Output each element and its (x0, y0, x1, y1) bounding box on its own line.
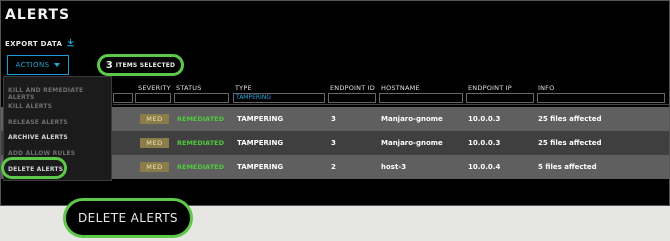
actions-dropdown-button[interactable]: ACTIONS (7, 55, 69, 75)
delete-alerts-callout: DELETE ALERTS (63, 198, 193, 238)
status-text: REMEDIATED (177, 115, 224, 123)
header-divider (113, 104, 669, 105)
info-text: 5 files affected (538, 163, 597, 171)
filter-endpoint-id[interactable] (328, 93, 376, 103)
severity-badge: MED (140, 114, 169, 124)
header-info[interactable]: INFO (538, 84, 554, 92)
menu-item-kill-and-remediate[interactable]: KILL AND REMEDIATE ALERTS (8, 87, 111, 101)
menu-item-archive-alerts[interactable]: ARCHIVE ALERTS (8, 134, 68, 141)
severity-badge: MED (140, 138, 169, 148)
filter-status[interactable] (174, 93, 229, 103)
header-severity[interactable]: SEVERITY (138, 84, 171, 92)
header-status[interactable]: STATUS (176, 84, 202, 92)
menu-item-add-allow-rules[interactable]: ADD ALLOW RULES (8, 150, 75, 157)
filter-severity[interactable] (135, 93, 171, 103)
status-text: REMEDIATED (177, 163, 224, 171)
filter-endpoint-ip[interactable] (466, 93, 534, 103)
export-data-button[interactable]: EXPORT DATA (5, 38, 75, 49)
header-hostname[interactable]: HOSTNAME (381, 84, 420, 92)
type-text: TAMPERING (237, 163, 284, 171)
selected-count: 3 (105, 59, 113, 71)
menu-item-kill-alerts[interactable]: KILL ALERTS (8, 103, 52, 110)
selected-label: ITEMS SELECTED (115, 61, 176, 69)
header-endpoint-id[interactable]: ENDPOINT ID (330, 84, 375, 92)
endpoint-id-text: 3 (331, 115, 336, 123)
menu-item-release-alerts[interactable]: RELEASE ALERTS (8, 119, 68, 126)
hostname-text: Manjaro-gnome (381, 139, 443, 147)
status-text: REMEDIATED (177, 139, 224, 147)
filter-checkbox-col[interactable] (113, 93, 133, 103)
endpoint-ip-text: 10.0.0.4 (468, 163, 501, 171)
alerts-app: ALERTS EXPORT DATA ACTIONS 3 ITEMS SELEC… (0, 0, 670, 206)
delete-alerts-highlight (1, 157, 67, 179)
header-endpoint-ip[interactable]: ENDPOINT IP (468, 84, 512, 92)
endpoint-id-text: 3 (331, 139, 336, 147)
type-text: TAMPERING (237, 139, 284, 147)
type-text: TAMPERING (237, 115, 284, 123)
actions-label: ACTIONS (15, 61, 50, 69)
severity-badge: MED (140, 162, 169, 172)
info-text: 25 files affected (538, 139, 602, 147)
endpoint-ip-text: 10.0.0.3 (468, 115, 501, 123)
download-icon (66, 38, 75, 49)
items-selected-indicator: 3 ITEMS SELECTED (97, 54, 184, 76)
export-data-label: EXPORT DATA (5, 39, 63, 48)
page-title: ALERTS (5, 7, 71, 23)
endpoint-id-text: 2 (331, 163, 336, 171)
hostname-text: Manjaro-gnome (381, 115, 443, 123)
filter-hostname[interactable] (379, 93, 463, 103)
filter-info[interactable] (537, 93, 665, 103)
header-type[interactable]: TYPE (235, 84, 252, 92)
info-text: 25 files affected (538, 115, 602, 123)
caret-down-icon (54, 61, 61, 69)
hostname-text: host-3 (381, 163, 407, 171)
endpoint-ip-text: 10.0.0.3 (468, 139, 501, 147)
filter-type[interactable]: TAMPERING (233, 93, 325, 103)
